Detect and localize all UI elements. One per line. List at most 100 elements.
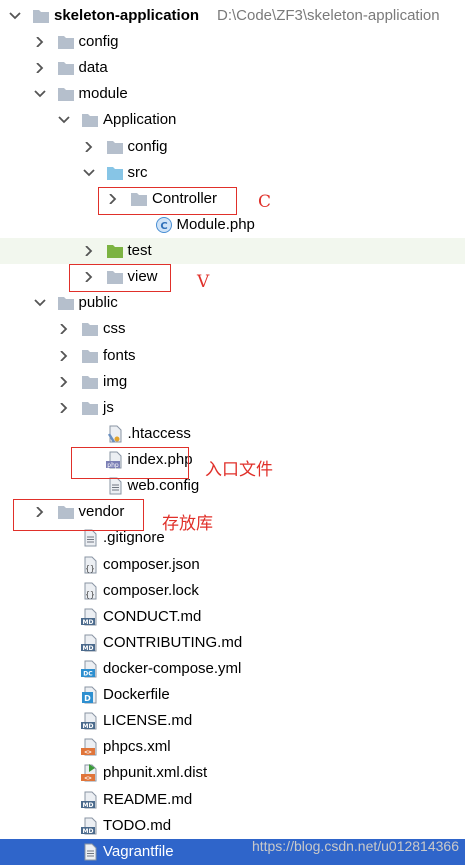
folder-icon xyxy=(32,7,50,25)
folder-data[interactable]: data xyxy=(0,55,465,81)
vendor-highlight-box xyxy=(13,499,144,531)
folder-icon xyxy=(81,111,99,129)
tree-item-label: phpunit.xml.dist xyxy=(103,764,208,782)
svg-text:{}: {} xyxy=(85,590,95,599)
tree-item-label: img xyxy=(103,372,128,390)
view-highlight-box xyxy=(69,264,171,292)
file-conduct-md[interactable]: MD CONDUCT.md xyxy=(0,604,465,630)
folder-config[interactable]: config xyxy=(0,29,465,55)
tree-item-label: Application xyxy=(103,111,177,129)
test-folder-icon xyxy=(106,242,124,260)
tree-item-label: web.config xyxy=(127,477,200,495)
folder-fonts[interactable]: fonts xyxy=(0,343,465,369)
chevron-down-icon[interactable] xyxy=(58,107,70,133)
tree-item-label: module xyxy=(78,85,128,103)
markdown-file-icon: MD xyxy=(81,634,99,652)
folder-icon xyxy=(57,85,75,103)
svg-text:DC: DC xyxy=(83,671,93,678)
tree-item-label: Module.php xyxy=(176,215,255,233)
svg-text:MD: MD xyxy=(83,828,94,835)
folder-icon xyxy=(81,347,99,365)
tree-item-label: config xyxy=(127,137,168,155)
chevron-down-icon[interactable] xyxy=(33,81,46,107)
text-file-icon xyxy=(106,477,124,495)
folder-icon xyxy=(81,320,99,338)
file-todo-md[interactable]: MD TODO.md xyxy=(0,813,465,839)
folder-img[interactable]: img xyxy=(0,369,465,395)
file-license-md[interactable]: MD LICENSE.md xyxy=(0,708,465,734)
php-class-icon: C xyxy=(155,216,173,234)
tree-item-label: .gitignore xyxy=(103,529,165,547)
chevron-right-icon[interactable] xyxy=(58,395,70,421)
tree-item-label: Dockerfile xyxy=(103,686,170,704)
chevron-right-icon[interactable] xyxy=(58,369,70,395)
tree-item-label: README.md xyxy=(103,790,193,808)
folder-application-config[interactable]: config xyxy=(0,134,465,160)
chevron-right-icon[interactable] xyxy=(34,55,46,81)
tree-item-label: skeleton-application xyxy=(54,7,200,24)
tree-item-label: LICENSE.md xyxy=(103,712,193,730)
index-highlight-box xyxy=(71,447,189,479)
tree-item-label: public xyxy=(78,294,118,312)
tree-item-label: TODO.md xyxy=(103,816,172,834)
tree-item-label: src xyxy=(127,163,148,181)
svg-text:MD: MD xyxy=(83,802,94,809)
chevron-right-icon[interactable] xyxy=(83,238,95,264)
folder-icon xyxy=(57,59,75,77)
file-dockerfile[interactable]: D Dockerfile xyxy=(0,682,465,708)
vendor-annotation: 存放库 xyxy=(162,514,213,534)
file-phpcs-xml[interactable]: <> phpcs.xml xyxy=(0,734,465,760)
dockerfile-icon: D xyxy=(81,686,99,704)
tree-item-label: CONTRIBUTING.md xyxy=(103,633,243,651)
folder-module[interactable]: module xyxy=(0,81,465,107)
docker-compose-icon: DC xyxy=(81,660,99,678)
folder-src[interactable]: src xyxy=(0,160,465,186)
folder-icon xyxy=(57,294,75,312)
chevron-right-icon[interactable] xyxy=(58,316,70,342)
watermark: https://blog.csdn.net/u012814366 xyxy=(251,838,459,854)
file-module-php[interactable]: C Module.php xyxy=(0,212,465,238)
phpunit-xml-icon: <> xyxy=(81,764,99,782)
folder-js[interactable]: js xyxy=(0,395,465,421)
folder-css[interactable]: css xyxy=(0,316,465,342)
svg-text:D: D xyxy=(84,694,91,703)
file-docker-compose-yml[interactable]: DC docker-compose.yml xyxy=(0,656,465,682)
file-readme-md[interactable]: MD README.md xyxy=(0,787,465,813)
svg-text:MD: MD xyxy=(83,723,94,730)
markdown-file-icon: MD xyxy=(81,608,99,626)
controller-highlight-box xyxy=(98,187,237,215)
chevron-down-icon[interactable] xyxy=(33,290,46,316)
markdown-file-icon: MD xyxy=(81,791,99,809)
skeleton-application-folder[interactable]: skeleton-application D:\Code\ZF3\skeleton… xyxy=(0,3,465,29)
file-composer-lock[interactable]: {} composer.lock xyxy=(0,578,465,604)
folder-icon xyxy=(57,33,75,51)
markdown-file-icon: MD xyxy=(81,712,99,730)
tree-item-label: test xyxy=(127,242,152,260)
chevron-right-icon[interactable] xyxy=(83,134,95,160)
tree-item-label: CONDUCT.md xyxy=(103,607,202,625)
json-file-icon: {} xyxy=(81,556,99,574)
file-phpunit-xml-dist[interactable]: <> phpunit.xml.dist xyxy=(0,760,465,786)
xml-file-icon: <> xyxy=(81,738,99,756)
tree-item-label: fonts xyxy=(103,346,136,364)
file-composer-json[interactable]: {} composer.json xyxy=(0,552,465,578)
svg-text:C: C xyxy=(160,221,167,232)
svg-text:<>: <> xyxy=(84,749,92,756)
json-file-icon: {} xyxy=(81,582,99,600)
file-htaccess[interactable]: .htaccess xyxy=(0,421,465,447)
chevron-right-icon[interactable] xyxy=(34,29,46,55)
chevron-down-icon[interactable] xyxy=(9,3,21,29)
tree-item-label: .htaccess xyxy=(127,424,191,442)
chevron-down-icon[interactable] xyxy=(82,160,95,186)
folder-application[interactable]: Application xyxy=(0,107,465,133)
folder-test[interactable]: test xyxy=(0,238,465,265)
project-path: D:\Code\ZF3\skeleton-application xyxy=(217,7,440,24)
folder-public[interactable]: public xyxy=(0,290,465,316)
markdown-file-icon: MD xyxy=(81,817,99,835)
svg-text:MD: MD xyxy=(83,645,94,652)
tree-item-label: composer.lock xyxy=(103,581,199,599)
file-contributing-md[interactable]: MD CONTRIBUTING.md xyxy=(0,630,465,656)
chevron-right-icon[interactable] xyxy=(58,343,70,369)
tree-item-label: config xyxy=(78,33,119,51)
htaccess-icon xyxy=(106,425,124,443)
